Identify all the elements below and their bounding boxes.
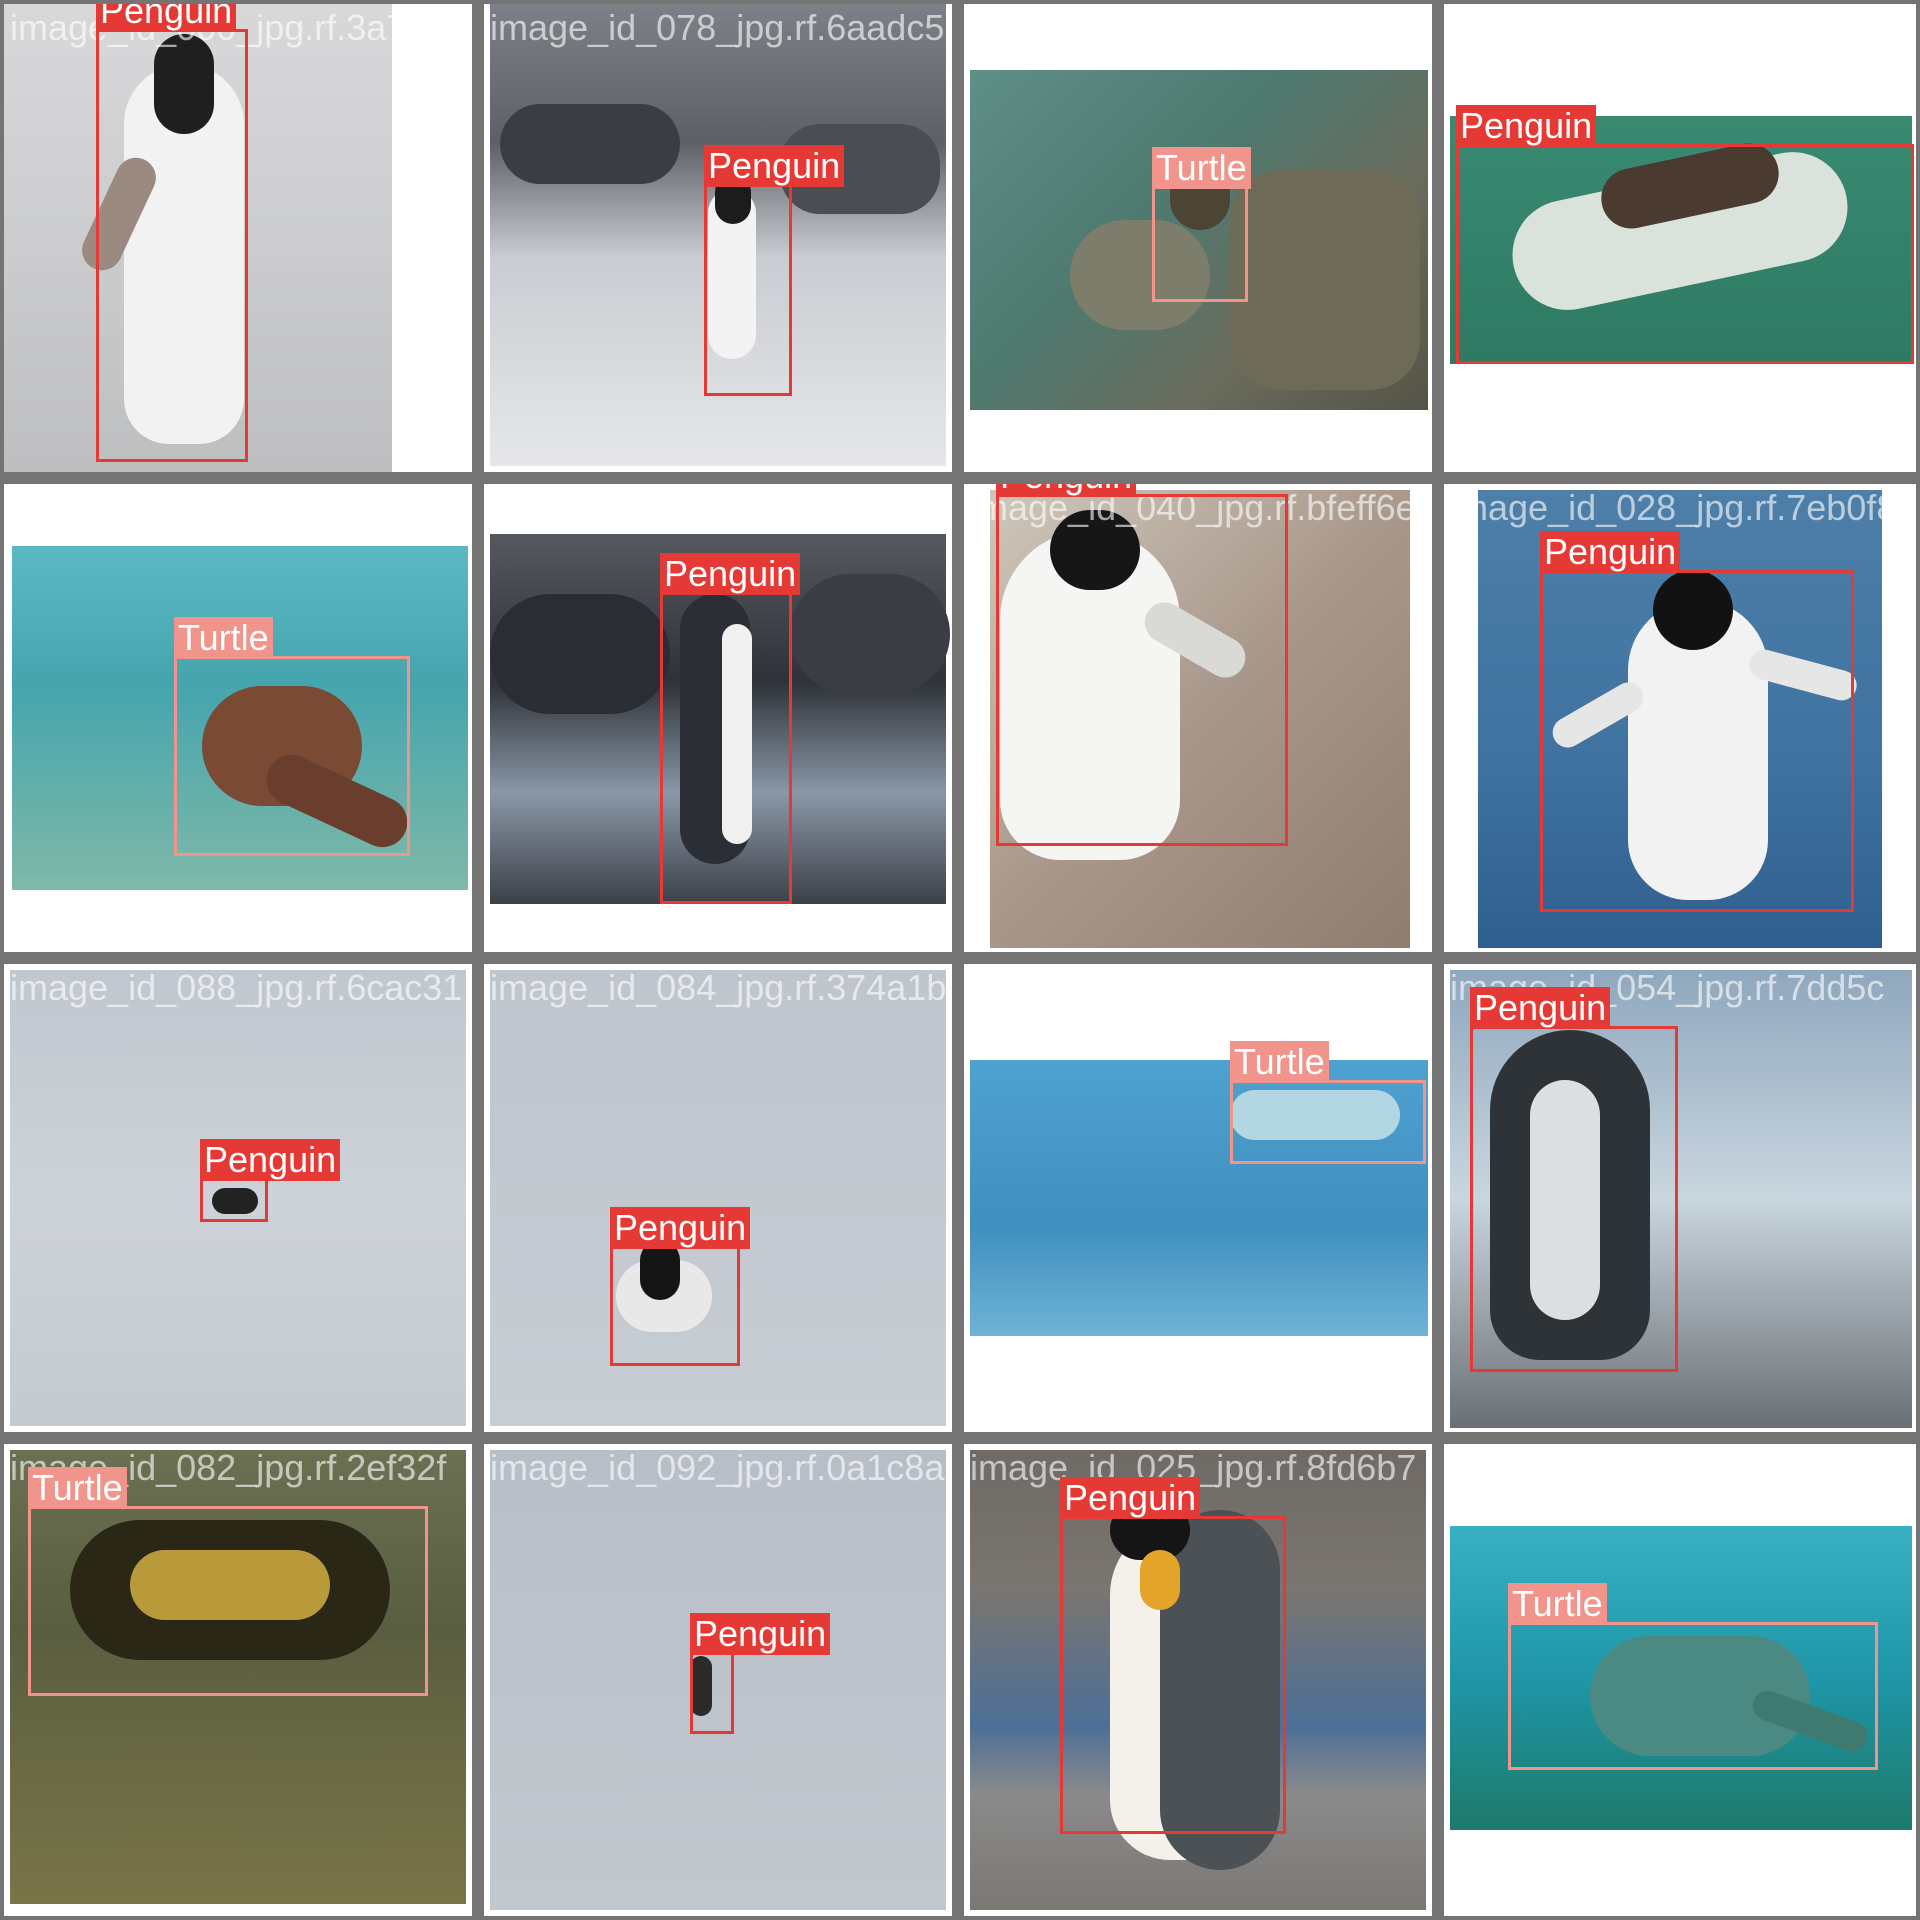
tile-12[interactable]: image_id_054_jpg.rf.7dd5c Penguin (1444, 964, 1916, 1432)
bbox-penguin[interactable]: Penguin (996, 484, 1288, 846)
tile-15[interactable]: image_id_025_jpg.rf.8fd6b7 Penguin (964, 1444, 1432, 1916)
tile-filename: image_id_038_jpg.rf.c6aa6 (970, 967, 1405, 1008)
tile-6[interactable]: image_id_072_jpg.rf.64835 Penguin (484, 484, 952, 952)
class-label: Penguin (96, 4, 237, 32)
bbox-turtle[interactable]: Turtle (1230, 1041, 1426, 1164)
tile-filename: image_id_090_jpg.rf.51efeca (10, 487, 472, 528)
bbox-penguin[interactable]: Penguin (1456, 105, 1914, 364)
tile-1[interactable]: image_id_000_jpg.rf.3a77f07 Penguin (4, 4, 472, 472)
tile-13[interactable]: image_id_082_jpg.rf.2ef32f Turtle (4, 1444, 472, 1916)
tile-3[interactable]: image_id_091_jpg.rf.71bae1 Turtle (964, 4, 1432, 472)
tile-10[interactable]: image_id_084_jpg.rf.374a1b Penguin (484, 964, 952, 1432)
bbox-penguin[interactable]: Penguin (1470, 987, 1678, 1372)
class-label: Penguin (610, 1207, 751, 1249)
tile-5[interactable]: image_id_090_jpg.rf.51efeca Turtle (4, 484, 472, 952)
class-label: Penguin (704, 145, 845, 187)
bbox-penguin[interactable]: Penguin (200, 1139, 341, 1222)
bbox-turtle[interactable]: Turtle (1508, 1583, 1878, 1770)
bbox-penguin[interactable]: Penguin (690, 1613, 831, 1734)
class-label: Penguin (1470, 987, 1611, 1029)
tile-16[interactable]: image_id_081_jpg.rf.be246a Turtle (1444, 1444, 1916, 1916)
tile-2[interactable]: image_id_078_jpg.rf.6aadc5 Penguin (484, 4, 952, 472)
bbox-penguin[interactable]: Penguin (96, 4, 248, 462)
image-mosaic: image_id_000_jpg.rf.3a77f07 Penguin imag… (0, 0, 1920, 1920)
bbox-penguin[interactable]: Penguin (660, 553, 801, 904)
bbox-penguin[interactable]: Penguin (704, 145, 845, 396)
class-label: Turtle (174, 617, 273, 659)
tile-filename: image_id_091_jpg.rf.71bae1 (970, 7, 1427, 48)
tile-8[interactable]: image_id_028_jpg.rf.7eb0f8 Penguin (1444, 484, 1916, 952)
bbox-turtle[interactable]: Turtle (28, 1467, 428, 1696)
class-label: Penguin (690, 1613, 831, 1655)
tile-filename: image_id_081_jpg.rf.be246a (1450, 1447, 1907, 1488)
class-label: Penguin (1060, 1477, 1201, 1519)
bbox-penguin[interactable]: Penguin (1540, 531, 1854, 912)
class-label: Turtle (1230, 1041, 1329, 1083)
tile-11[interactable]: image_id_038_jpg.rf.c6aa6 Turtle (964, 964, 1432, 1432)
tile-4[interactable]: image_id_085_jpg.rf.43264 Penguin (1444, 4, 1916, 472)
tile-14[interactable]: image_id_092_jpg.rf.0a1c8a Penguin (484, 1444, 952, 1916)
tile-7[interactable]: image_id_040_jpg.rf.bfeff6e Penguin (964, 484, 1432, 952)
class-label: Turtle (28, 1467, 127, 1509)
class-label: Turtle (1152, 147, 1251, 189)
class-label: Penguin (996, 484, 1137, 497)
class-label: Penguin (660, 553, 801, 595)
tile-filename: image_id_085_jpg.rf.43264 (1450, 7, 1887, 48)
bbox-penguin[interactable]: Penguin (1060, 1477, 1286, 1834)
tile-9[interactable]: image_id_088_jpg.rf.6cac31 Penguin (4, 964, 472, 1432)
bbox-penguin[interactable]: Penguin (610, 1207, 751, 1366)
class-label: Penguin (200, 1139, 341, 1181)
bbox-turtle[interactable]: Turtle (174, 617, 410, 856)
bbox-turtle[interactable]: Turtle (1152, 147, 1251, 302)
tile-filename: image_id_072_jpg.rf.64835 (490, 487, 927, 528)
class-label: Penguin (1456, 105, 1597, 147)
class-label: Turtle (1508, 1583, 1607, 1625)
class-label: Penguin (1540, 531, 1681, 573)
